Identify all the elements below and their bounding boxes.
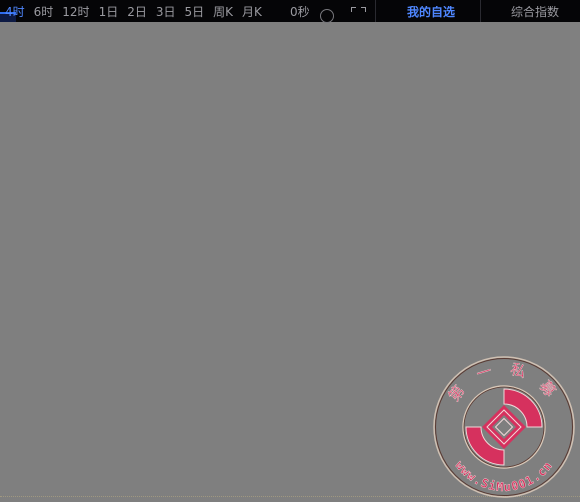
period-6h[interactable]: 6时 xyxy=(34,6,54,18)
period-3d[interactable]: 3日 xyxy=(156,6,176,18)
tab-composite-index[interactable]: 综合指数 xyxy=(511,6,559,18)
period-selector: 4时 6时 12时 1日 2日 3日 5日 周K 月K xyxy=(0,0,262,22)
period-4h[interactable]: 4时 xyxy=(5,6,25,18)
period-1d[interactable]: 1日 xyxy=(99,6,119,18)
period-12h[interactable]: 12时 xyxy=(62,6,89,18)
period-2d[interactable]: 2日 xyxy=(127,6,147,18)
simu-seal-watermark: 第 一 私 募 www.SiMu001.cn xyxy=(433,356,575,498)
toolbar-divider xyxy=(375,0,376,22)
tab-divider xyxy=(480,0,481,22)
fullscreen-icon[interactable] xyxy=(351,7,366,15)
period-week[interactable]: 周K xyxy=(213,6,233,18)
period-month[interactable]: 月K xyxy=(242,6,262,18)
seal-emblem-icon xyxy=(465,388,543,466)
period-5d[interactable]: 5日 xyxy=(184,6,204,18)
tab-my-watchlist[interactable]: 我的自选 xyxy=(407,6,455,18)
countdown-label: 0秒 xyxy=(290,6,310,18)
chart-toolbar: 4时 6时 12时 1日 2日 3日 5日 周K 月K 0秒 我的自选 综合指数 xyxy=(0,0,580,23)
settings-circle-icon[interactable] xyxy=(320,9,334,23)
